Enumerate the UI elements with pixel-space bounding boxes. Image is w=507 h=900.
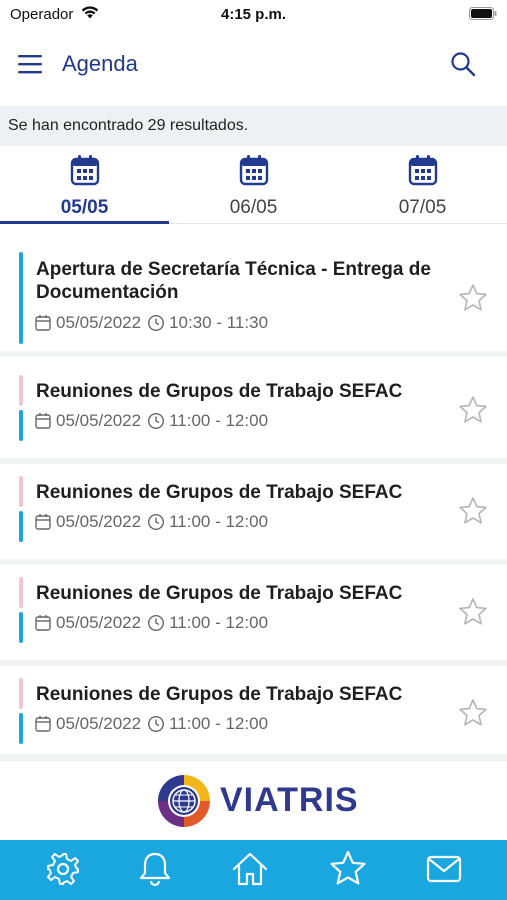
event-color-bar [19, 476, 23, 507]
event-date: 05/05/2022 [56, 512, 142, 531]
event-meta: 05/05/2022 11:00 - 12:00 [34, 612, 268, 634]
event-time: 10:30 - 11:30 [169, 313, 269, 332]
active-tab-indicator [0, 221, 169, 224]
star-icon[interactable] [328, 849, 368, 889]
calendar-small-icon [35, 514, 51, 530]
event-time: 11:00 - 12:00 [169, 714, 269, 733]
clock-icon [148, 715, 165, 733]
event-meta: 05/05/2022 11:00 - 12:00 [34, 410, 268, 432]
calendar-icon [239, 155, 269, 186]
clock-icon [148, 614, 165, 632]
favorite-star-icon[interactable] [457, 697, 489, 729]
home-icon[interactable] [230, 849, 270, 889]
calendar-icon [70, 155, 100, 186]
date-tabs: 05/05 06/05 07/05 [0, 146, 507, 224]
tab-label: 05/05 [60, 197, 109, 218]
results-bar: Se han encontrado 29 resultados. [0, 106, 507, 146]
bottom-nav [0, 840, 507, 900]
mail-icon[interactable] [424, 849, 464, 889]
event-title: Apertura de Secretaría Técnica - Entrega… [36, 259, 431, 303]
clock-icon [148, 412, 165, 430]
event-item[interactable]: Reuniones de Grupos de Trabajo SEFAC 05/… [0, 464, 507, 565]
event-color-bar [19, 375, 23, 406]
clock-icon [148, 314, 165, 332]
event-item[interactable]: Reuniones de Grupos de Trabajo SEFAC 05/… [0, 363, 507, 464]
calendar-small-icon [35, 413, 51, 429]
event-meta: 05/05/2022 10:30 - 11:30 [34, 312, 268, 334]
clock-label: 4:15 p.m. [220, 6, 287, 23]
gear-icon[interactable] [43, 849, 83, 889]
event-color-bar [19, 713, 23, 744]
tab-label: 07/05 [398, 197, 447, 218]
event-color-bar [19, 252, 23, 344]
app-header: Agenda [0, 28, 507, 106]
tab-date-2[interactable]: 07/05 [338, 146, 507, 224]
tab-date-0[interactable]: 05/05 [0, 146, 169, 224]
event-time: 11:00 - 12:00 [169, 613, 269, 632]
event-color-bar [19, 410, 23, 441]
calendar-icon [408, 155, 438, 186]
event-date: 05/05/2022 [56, 714, 142, 733]
event-date: 05/05/2022 [56, 411, 142, 430]
event-meta: 05/05/2022 11:00 - 12:00 [34, 713, 268, 735]
event-color-bar [19, 511, 23, 542]
event-title: Reuniones de Grupos de Trabajo SEFAC [36, 381, 403, 402]
event-color-bar [19, 678, 23, 709]
status-bar: Operador 4:15 p.m. [0, 0, 507, 28]
calendar-small-icon [35, 615, 51, 631]
favorite-star-icon[interactable] [457, 495, 489, 527]
hamburger-menu-icon[interactable] [16, 52, 44, 76]
event-meta: 05/05/2022 11:00 - 12:00 [34, 511, 268, 533]
tab-date-1[interactable]: 06/05 [169, 146, 338, 224]
event-title: Reuniones de Grupos de Trabajo SEFAC [36, 684, 403, 705]
event-title: Reuniones de Grupos de Trabajo SEFAC [36, 482, 403, 503]
favorite-star-icon[interactable] [457, 394, 489, 426]
event-item[interactable]: Reuniones de Grupos de Trabajo SEFAC 05/… [0, 565, 507, 666]
favorite-star-icon[interactable] [457, 596, 489, 628]
favorite-star-icon[interactable] [457, 282, 489, 314]
event-date: 05/05/2022 [56, 313, 142, 332]
brand-name: VIATRIS [220, 781, 359, 819]
event-time: 11:00 - 12:00 [169, 512, 269, 531]
event-color-bar [19, 577, 23, 608]
calendar-small-icon [35, 716, 51, 732]
event-item[interactable]: Reuniones de Grupos de Trabajo SEFAC 05/… [0, 666, 507, 760]
results-count-text: Se han encontrado 29 resultados. [8, 117, 249, 134]
event-date: 05/05/2022 [56, 613, 142, 632]
event-color-bar [19, 612, 23, 643]
event-item[interactable]: Apertura de Secretaría Técnica - Entrega… [0, 240, 507, 357]
tab-label: 06/05 [229, 197, 278, 218]
viatris-logo-icon [158, 775, 210, 827]
search-icon[interactable] [449, 50, 477, 78]
event-title: Reuniones de Grupos de Trabajo SEFAC [36, 583, 403, 604]
bell-icon[interactable] [135, 849, 175, 889]
page-title: Agenda [62, 51, 138, 76]
brand-footer: VIATRIS [0, 760, 507, 840]
event-time: 11:00 - 12:00 [169, 411, 269, 430]
clock-icon [148, 513, 165, 531]
calendar-small-icon [35, 315, 51, 331]
battery-icon [469, 7, 497, 20]
